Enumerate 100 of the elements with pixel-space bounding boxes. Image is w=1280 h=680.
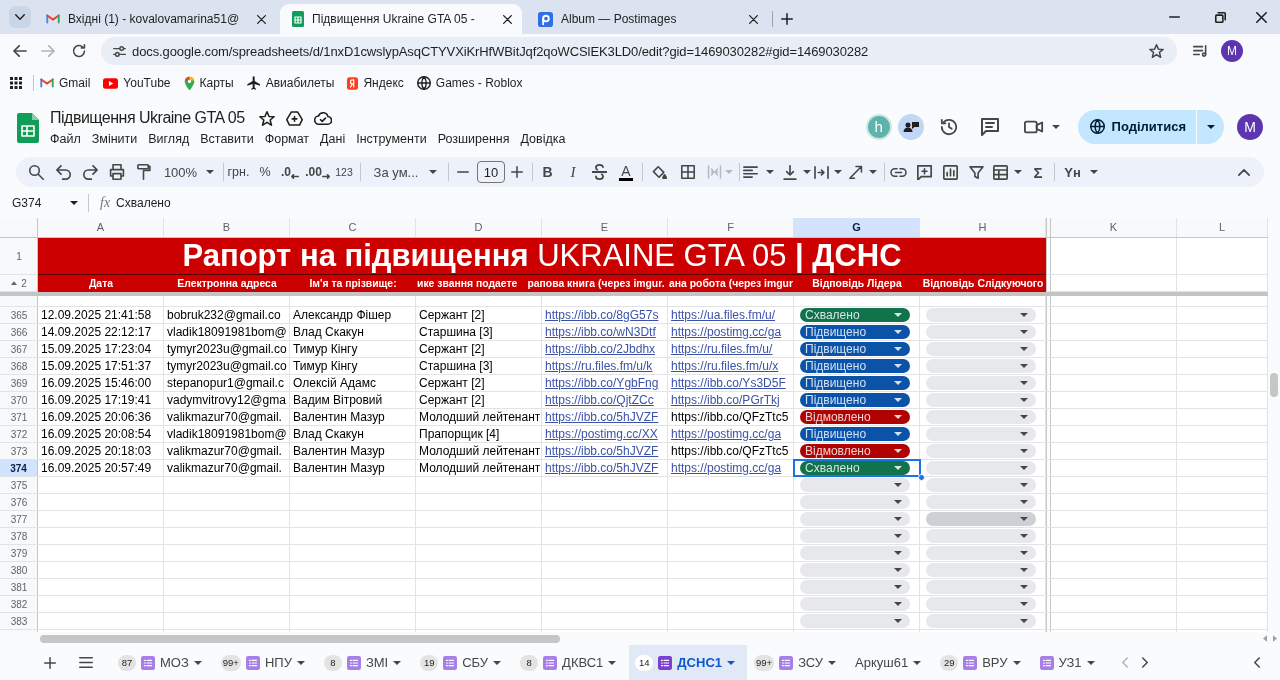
sheet-tab[interactable]: 87 МОЗ bbox=[112, 645, 214, 680]
browser-tab[interactable]: Album — Postimages bbox=[526, 4, 768, 34]
url-link[interactable]: https://ibb.co/QjtZCc bbox=[545, 393, 654, 407]
formula-field[interactable]: Схвалено bbox=[116, 195, 171, 210]
italic-button[interactable]: I bbox=[570, 163, 576, 181]
status-dropdown[interactable]: Підвищено bbox=[800, 359, 910, 373]
bookmark[interactable]: Яндекс bbox=[347, 76, 404, 90]
scrollbar-thumb[interactable] bbox=[1270, 373, 1278, 397]
caret-down-icon[interactable] bbox=[70, 200, 78, 205]
share-button[interactable]: Поділитися bbox=[1077, 109, 1196, 144]
caret-down-icon[interactable] bbox=[766, 170, 774, 174]
bookmark[interactable]: Карты bbox=[183, 75, 234, 91]
square-grid-icon[interactable] bbox=[681, 165, 695, 179]
bookmark[interactable]: Авиабилеты bbox=[246, 76, 335, 90]
row-header[interactable]: 371 bbox=[0, 409, 38, 425]
currency-format-button[interactable]: грн. bbox=[227, 165, 250, 179]
sheet-tab[interactable]: 8 ЗМІ bbox=[317, 645, 414, 680]
row-header[interactable]: 366 bbox=[0, 324, 38, 340]
print-icon[interactable] bbox=[109, 164, 125, 180]
url-link[interactable]: https://postimg.cc/XX bbox=[545, 427, 658, 441]
profile-avatar[interactable]: M bbox=[1221, 40, 1243, 62]
chevron-left-icon[interactable] bbox=[1254, 657, 1260, 668]
sheet-tab[interactable]: 99+ ЗСУ bbox=[748, 645, 849, 680]
spreadsheet-logo-icon[interactable] bbox=[17, 113, 39, 143]
paint-bucket-icon[interactable] bbox=[651, 165, 667, 179]
name-box[interactable]: G374 bbox=[12, 195, 70, 210]
scrollbar-thumb[interactable] bbox=[40, 634, 560, 643]
restore-icon[interactable] bbox=[1215, 11, 1226, 23]
row-header[interactable]: 376 bbox=[0, 494, 38, 510]
input-tools-button[interactable]: Yн bbox=[1064, 164, 1098, 180]
status-dropdown[interactable]: Підвищено bbox=[800, 376, 910, 390]
url-link[interactable]: https://ru.files.fm/u/x bbox=[671, 359, 779, 373]
row-header[interactable]: 369 bbox=[0, 375, 38, 391]
sheet-tab[interactable]: 14 ДСНС1 bbox=[629, 645, 747, 680]
sheet-tab[interactable]: Аркуш61 bbox=[849, 645, 934, 680]
number-format-button[interactable]: 123 bbox=[335, 166, 353, 178]
sliders-icon[interactable] bbox=[113, 45, 126, 57]
menu-item[interactable]: Дані bbox=[320, 131, 346, 147]
comment-icon[interactable] bbox=[980, 117, 999, 136]
sheet-tab[interactable]: 19 СБУ bbox=[414, 645, 514, 680]
history-icon[interactable] bbox=[939, 117, 958, 136]
close-icon[interactable] bbox=[1256, 11, 1267, 23]
row-header[interactable]: 368 bbox=[0, 358, 38, 374]
sheet-tab[interactable]: 99+ НПУ bbox=[214, 645, 317, 680]
menu-item[interactable]: Довідка bbox=[520, 131, 566, 147]
music-list-icon[interactable] bbox=[1193, 45, 1208, 57]
scroll-right-icon[interactable] bbox=[1273, 635, 1277, 642]
plus-icon[interactable] bbox=[511, 166, 523, 178]
bookmark[interactable]: YouTube bbox=[103, 76, 171, 90]
decrease-decimals-button[interactable]: .0 bbox=[281, 165, 299, 179]
account-avatar[interactable]: M bbox=[1237, 113, 1263, 140]
url-link[interactable]: https://ibb.co/5hJVZF bbox=[545, 461, 659, 475]
status-dropdown[interactable]: Відмовлено bbox=[800, 410, 910, 424]
url-link[interactable]: https://ru.files.fm/u/ bbox=[671, 342, 773, 356]
triangle-up-icon[interactable] bbox=[11, 281, 18, 285]
fill-handle[interactable] bbox=[918, 474, 925, 481]
bookmark[interactable]: Gmail bbox=[40, 76, 91, 90]
strikethrough-icon[interactable] bbox=[591, 164, 607, 180]
row-header[interactable]: 1 bbox=[0, 238, 38, 274]
menu-item[interactable]: Інструменти bbox=[356, 131, 427, 147]
functions-button[interactable]: Σ bbox=[1033, 163, 1043, 181]
browser-tab[interactable]: Підвищення Ukraine GTA 05 - bbox=[280, 4, 522, 34]
row-header[interactable]: 381 bbox=[0, 579, 38, 595]
row-header[interactable]: 370 bbox=[0, 392, 38, 408]
url-link[interactable]: https://postimg.cc/ga bbox=[671, 427, 782, 441]
font-size-field[interactable]: 10 bbox=[477, 161, 505, 183]
row-header[interactable]: 383 bbox=[0, 613, 38, 629]
hexagon-plus-icon[interactable] bbox=[285, 110, 303, 126]
menu-item[interactable]: Формат bbox=[264, 131, 310, 147]
status-dropdown[interactable]: Підвищено bbox=[800, 342, 910, 356]
caret-down-icon[interactable] bbox=[1051, 124, 1060, 129]
row-header[interactable]: 365 bbox=[0, 307, 38, 323]
caret-down-icon[interactable] bbox=[1014, 170, 1022, 174]
sheet-tab[interactable]: УЗ1 bbox=[1033, 645, 1107, 680]
status-dropdown[interactable]: Схвалено bbox=[800, 461, 910, 475]
caret-down-icon[interactable] bbox=[834, 170, 842, 174]
scroll-left-icon[interactable] bbox=[1263, 635, 1267, 642]
row-header[interactable]: 378 bbox=[0, 528, 38, 544]
url-link[interactable]: https://ibb.co/2Jbdhx bbox=[545, 342, 656, 356]
url-link[interactable]: https://ru.files.fm/u/k bbox=[545, 359, 653, 373]
add-sheet-icon[interactable] bbox=[44, 656, 56, 669]
menu-item[interactable]: Файл bbox=[50, 131, 81, 147]
reload-icon[interactable] bbox=[72, 44, 86, 58]
arrow-between-bars-icon[interactable] bbox=[813, 165, 829, 179]
document-title[interactable]: Підвищення Ukraine GTA 05 bbox=[50, 109, 245, 127]
row-header[interactable]: 379 bbox=[0, 545, 38, 561]
sheet-tab[interactable]: 29 ВРУ bbox=[934, 645, 1033, 680]
url-link[interactable]: https://ibb.co/PGrTkj bbox=[671, 393, 780, 407]
row-header[interactable]: 372 bbox=[0, 426, 38, 442]
back-arrow-icon[interactable] bbox=[13, 45, 27, 57]
url-link[interactable]: https://ibb.co/YgbFng bbox=[545, 376, 659, 390]
chevron-up-icon[interactable] bbox=[1238, 168, 1250, 176]
align-left-icon[interactable] bbox=[742, 165, 758, 179]
caret-down-icon[interactable] bbox=[803, 170, 811, 174]
undo-icon[interactable] bbox=[56, 164, 71, 180]
row-header[interactable]: 380 bbox=[0, 562, 38, 578]
font-select[interactable]: За ум... bbox=[373, 164, 438, 180]
menu-item[interactable]: Розширення bbox=[437, 131, 510, 147]
status-dropdown[interactable]: Підвищено bbox=[800, 325, 910, 339]
menu-item[interactable]: Змінити bbox=[91, 131, 138, 147]
